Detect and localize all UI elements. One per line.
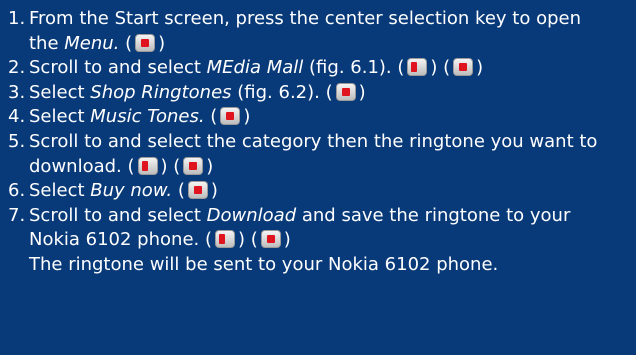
scroll-key-icon <box>214 230 235 249</box>
media-mall-term: MEdia Mall <box>206 57 304 79</box>
step-text: Scroll to and select the category then t… <box>29 130 598 152</box>
step-text: (fig. 6.2). ( <box>231 81 333 103</box>
step-number: 1. <box>8 8 26 29</box>
step-number: 2. <box>8 57 26 79</box>
step-3: 3. Select Shop Ringtones (fig. 6.2). () <box>0 81 636 106</box>
paren-separator: ) ( <box>237 229 258 251</box>
select-key-icon <box>183 156 204 175</box>
step-text: and save the ringtone to your <box>296 204 571 226</box>
select-key-icon <box>260 230 281 249</box>
scroll-key-icon <box>407 58 428 77</box>
step-text: (fig. 6.1). ( <box>303 57 405 79</box>
paren-open: ( <box>119 32 133 54</box>
select-key-icon <box>135 33 156 52</box>
paren-close: ) <box>210 180 218 202</box>
buy-now-term: Buy now. <box>90 180 173 202</box>
paren-close: ) <box>243 106 251 128</box>
select-key-icon <box>453 58 474 77</box>
paren-close: ) <box>358 81 366 103</box>
step-5: 5. Scroll to and select the category the… <box>0 130 636 179</box>
step-text: Select <box>29 81 91 103</box>
step-text: Select <box>29 106 91 128</box>
result-note: The ringtone will be sent to your Nokia … <box>29 253 499 275</box>
paren-separator: ) ( <box>160 155 181 177</box>
step-text: ( <box>172 180 185 202</box>
step-number: 5. <box>8 130 26 152</box>
step-number: 7. <box>8 204 26 226</box>
step-text: Scroll to and select <box>29 57 207 79</box>
select-key-icon <box>187 181 208 200</box>
instruction-page: 1. From the Start screen, press the cent… <box>0 0 636 355</box>
step-number: 4. <box>8 106 26 128</box>
step-2: 2. Scroll to and select MEdia Mall (fig.… <box>0 56 636 81</box>
step-text: Select <box>29 180 91 202</box>
step-text: Nokia 6102 phone. ( <box>29 229 212 251</box>
menu-term: Menu. <box>64 32 120 54</box>
step-text: ( <box>204 106 218 128</box>
paren-close: ) <box>283 229 291 251</box>
step-text: download. ( <box>29 155 135 177</box>
select-key-icon <box>335 82 356 101</box>
scroll-key-icon <box>137 156 158 175</box>
ringtone-steps-list: 1. From the Start screen, press the cent… <box>0 7 636 253</box>
paren-close: ) <box>158 32 166 54</box>
step-1: 1. From the Start screen, press the cent… <box>0 7 636 56</box>
step-number: 3. <box>8 81 26 103</box>
shop-ringtones-term: Shop Ringtones <box>90 81 232 103</box>
download-term: Download <box>206 204 297 226</box>
paren-close: ) <box>206 155 214 177</box>
select-key-icon <box>220 107 241 126</box>
step-text: Scroll to and select <box>29 204 207 226</box>
music-tones-term: Music Tones. <box>90 106 205 128</box>
paren-close: ) <box>476 57 484 79</box>
step-4: 4. Select Music Tones. () <box>0 105 636 130</box>
step-6: 6. Select Buy now. () <box>0 179 636 204</box>
paren-separator: ) ( <box>430 57 451 79</box>
step-text: From the Start screen, press the center … <box>29 8 581 29</box>
step-number: 6. <box>8 180 26 202</box>
step-7: 7. Scroll to and select Download and sav… <box>0 204 636 253</box>
step-text: the <box>29 32 65 54</box>
